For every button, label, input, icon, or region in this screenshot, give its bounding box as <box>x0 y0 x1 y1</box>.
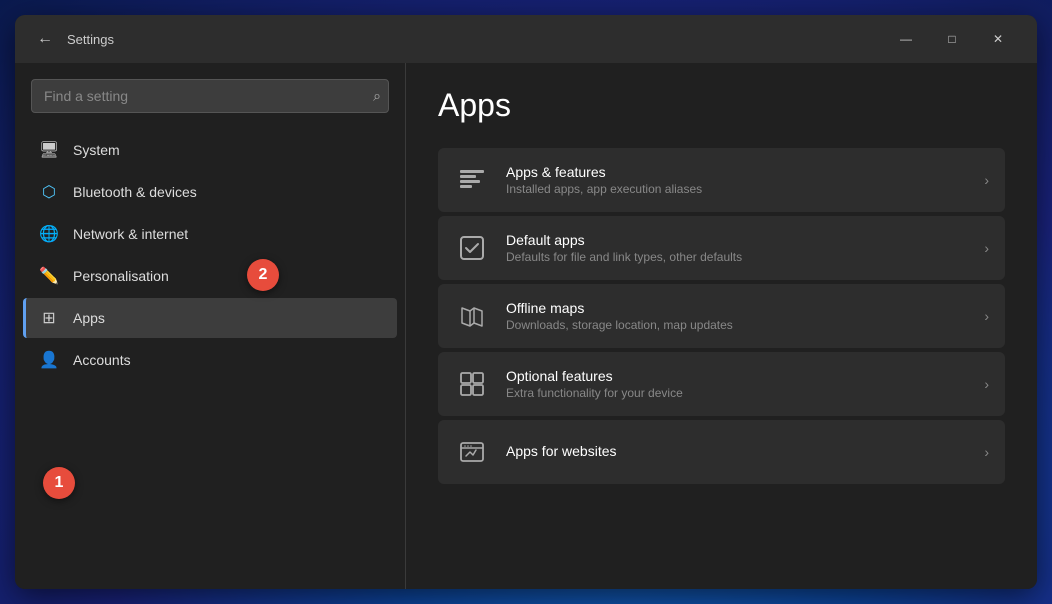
sidebar-label-bluetooth: Bluetooth & devices <box>73 184 197 200</box>
window-controls: — □ ✕ <box>883 23 1021 55</box>
sidebar-item-bluetooth[interactable]: ⬡ Bluetooth & devices <box>23 172 397 212</box>
annotation-1: 1 <box>43 467 75 499</box>
offline-maps-icon <box>454 298 490 334</box>
apps-websites-icon <box>454 434 490 470</box>
offline-maps-chevron: › <box>984 308 989 324</box>
back-icon: ← <box>37 30 53 48</box>
setting-card-offline-maps[interactable]: Offline maps Downloads, storage location… <box>438 284 1005 348</box>
apps-features-icon <box>454 162 490 198</box>
settings-window: ← Settings — □ ✕ ⌕ 🖥 System <box>15 15 1037 589</box>
default-apps-title: Default apps <box>506 232 968 248</box>
sidebar-label-apps: Apps <box>73 310 105 326</box>
offline-maps-title: Offline maps <box>506 300 968 316</box>
default-apps-chevron: › <box>984 240 989 256</box>
window-title: Settings <box>67 32 883 47</box>
setting-card-apps-features[interactable]: Apps & features Installed apps, app exec… <box>438 148 1005 212</box>
setting-card-default-apps[interactable]: Default apps Defaults for file and link … <box>438 216 1005 280</box>
sidebar-item-network[interactable]: 🌐 Network & internet <box>23 214 397 254</box>
content-area: ⌕ 🖥 System ⬡ Bluetooth & devices 🌐 Netwo… <box>15 63 1037 589</box>
optional-features-desc: Extra functionality for your device <box>506 386 968 400</box>
sidebar-item-personalisation[interactable]: ✏️ Personalisation <box>23 256 397 296</box>
apps-websites-title: Apps for websites <box>506 443 968 459</box>
offline-maps-desc: Downloads, storage location, map updates <box>506 318 968 332</box>
apps-websites-text: Apps for websites <box>506 443 968 461</box>
sidebar-label-network: Network & internet <box>73 226 188 242</box>
search-input[interactable] <box>31 79 389 113</box>
system-icon: 🖥 <box>39 140 59 160</box>
apps-icon: ⊞ <box>39 308 59 328</box>
apps-features-chevron: › <box>984 172 989 188</box>
default-apps-text: Default apps Defaults for file and link … <box>506 232 968 264</box>
maximize-button[interactable]: □ <box>929 23 975 55</box>
search-icon: ⌕ <box>373 88 381 104</box>
default-apps-icon <box>454 230 490 266</box>
minimize-button[interactable]: — <box>883 23 929 55</box>
sidebar-label-accounts: Accounts <box>73 352 131 368</box>
default-apps-desc: Defaults for file and link types, other … <box>506 250 968 264</box>
optional-features-chevron: › <box>984 376 989 392</box>
sidebar-label-personalisation: Personalisation <box>73 268 169 284</box>
apps-websites-chevron: › <box>984 444 989 460</box>
search-button[interactable]: ⌕ <box>373 88 381 105</box>
main-content: Apps Apps & features Installed apps, app… <box>406 63 1037 589</box>
optional-features-text: Optional features Extra functionality fo… <box>506 368 968 400</box>
sidebar: ⌕ 🖥 System ⬡ Bluetooth & devices 🌐 Netwo… <box>15 63 405 589</box>
back-button[interactable]: ← <box>31 25 59 53</box>
close-button[interactable]: ✕ <box>975 23 1021 55</box>
annotation-2: 2 <box>247 259 279 291</box>
optional-features-icon <box>454 366 490 402</box>
personalisation-icon: ✏️ <box>39 266 59 286</box>
search-box: ⌕ <box>31 79 389 113</box>
optional-features-title: Optional features <box>506 368 968 384</box>
apps-features-title: Apps & features <box>506 164 968 180</box>
accounts-icon: 👤 <box>39 350 59 370</box>
sidebar-item-accounts[interactable]: 👤 Accounts <box>23 340 397 380</box>
apps-features-text: Apps & features Installed apps, app exec… <box>506 164 968 196</box>
titlebar: ← Settings — □ ✕ <box>15 15 1037 63</box>
offline-maps-text: Offline maps Downloads, storage location… <box>506 300 968 332</box>
bluetooth-icon: ⬡ <box>39 182 59 202</box>
sidebar-item-apps[interactable]: ⊞ Apps <box>23 298 397 338</box>
setting-card-optional-features[interactable]: Optional features Extra functionality fo… <box>438 352 1005 416</box>
apps-features-desc: Installed apps, app execution aliases <box>506 182 968 196</box>
page-title: Apps <box>438 87 1005 124</box>
setting-card-apps-websites[interactable]: Apps for websites › <box>438 420 1005 484</box>
sidebar-label-system: System <box>73 142 120 158</box>
sidebar-item-system[interactable]: 🖥 System <box>23 130 397 170</box>
network-icon: 🌐 <box>39 224 59 244</box>
